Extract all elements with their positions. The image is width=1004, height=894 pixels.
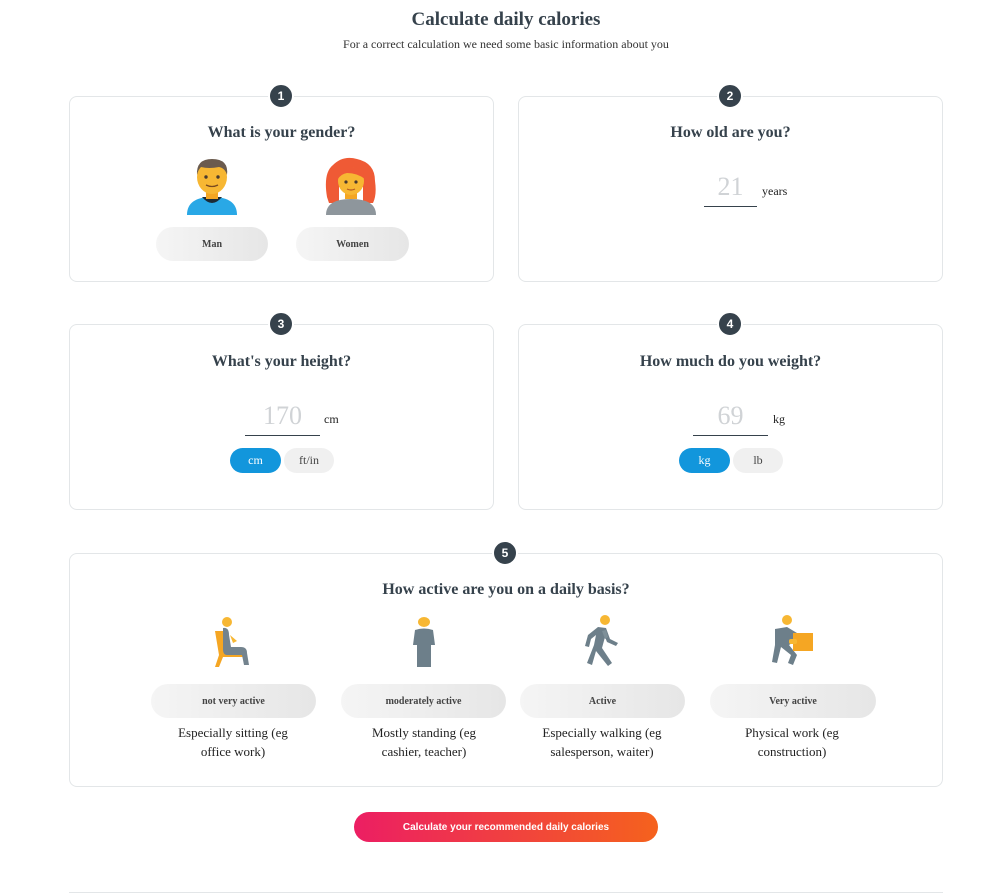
sitting-person-icon[interactable] [211,617,253,667]
weight-unit-lb-toggle[interactable]: lb [733,448,783,473]
height-unit-cm-toggle[interactable]: cm [230,448,281,473]
activity-not-very-active-button[interactable]: not very active [151,684,316,718]
height-card: What's your height? 170 cm cm ft/in [69,324,494,510]
activity-very-active-button[interactable]: Very active [710,684,876,718]
age-card: How old are you? 21 years [518,96,943,282]
activity-question: How active are you on a daily basis? [382,581,630,598]
gender-man-button[interactable]: Man [156,227,268,261]
step-badge-4: 4 [717,311,743,337]
activity-description-sitting: Especially sitting (eg office work) [178,725,288,759]
standing-person-icon[interactable] [409,617,439,669]
height-unit-ftin-toggle[interactable]: ft/in [284,448,334,473]
walking-person-icon[interactable] [580,615,622,667]
activity-card: How active are you on a daily basis? not… [69,553,943,787]
section-divider [69,892,943,893]
weight-input[interactable]: 69 [693,400,768,436]
activity-active-button[interactable]: Active [520,684,685,718]
activity-moderately-active-button[interactable]: moderately active [341,684,506,718]
weight-unit-kg-toggle[interactable]: kg [679,448,730,473]
woman-icon[interactable] [323,157,379,215]
page-title: Calculate daily calories [411,9,601,30]
activity-description-walking: Especially walking (eg salesperson, wait… [542,725,662,759]
step-badge-5: 5 [492,540,518,566]
age-question: How old are you? [670,124,791,141]
height-question: What's your height? [211,353,352,370]
gender-women-button[interactable]: Women [296,227,409,261]
step-badge-3: 3 [268,311,294,337]
weight-question: How much do you weight? [639,353,822,370]
age-input[interactable]: 21 [704,171,757,207]
height-input[interactable]: 170 [245,400,320,436]
carrying-box-person-icon[interactable] [767,615,817,667]
weight-unit: kg [773,412,785,426]
step-badge-2: 2 [717,83,743,109]
calculate-calories-button[interactable]: Calculate your recommended daily calorie… [354,812,658,842]
weight-card: How much do you weight? 69 kg kg lb [518,324,943,510]
age-unit: years [762,184,788,198]
activity-description-standing: Mostly standing (eg cashier, teacher) [372,725,476,759]
man-icon[interactable] [184,157,240,215]
height-unit: cm [324,412,339,426]
page-subtitle: For a correct calculation we need some b… [343,37,669,51]
activity-description-physical: Physical work (eg construction) [745,725,839,759]
step-badge-1: 1 [268,83,294,109]
gender-card: What is your gender? Man Women [69,96,494,282]
gender-question: What is your gender? [207,124,356,141]
